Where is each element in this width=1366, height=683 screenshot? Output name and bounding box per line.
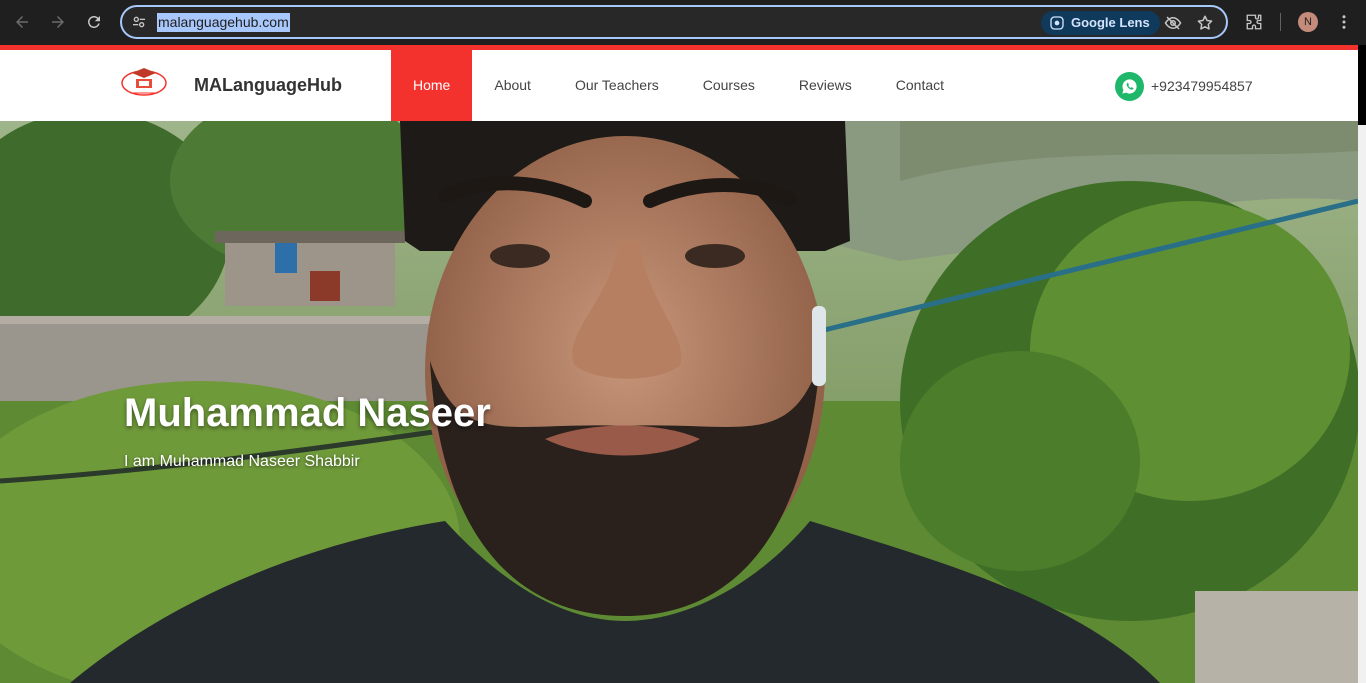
arrow-right-icon: [52, 16, 64, 28]
bookmark-star-icon[interactable]: [1194, 12, 1216, 34]
reload-icon: [87, 15, 100, 28]
main-navigation: Home About Our Teachers Courses Reviews …: [391, 50, 966, 121]
nav-reviews[interactable]: Reviews: [777, 50, 874, 121]
phone-number[interactable]: +923479954857: [1151, 78, 1253, 94]
lens-icon: [1050, 16, 1064, 30]
eye-off-icon[interactable]: [1162, 12, 1184, 34]
site-settings-icon[interactable]: [130, 13, 148, 31]
site-header: MALanguageHub Home About Our Teachers Co…: [0, 50, 1358, 121]
profile-avatar[interactable]: N: [1298, 12, 1318, 32]
nav-about[interactable]: About: [472, 50, 553, 121]
forward-button[interactable]: [45, 9, 71, 35]
address-bar[interactable]: malanguagehub.com Google Lens: [120, 5, 1228, 39]
browser-toolbar: malanguagehub.com Google Lens N: [0, 0, 1366, 45]
nav-home[interactable]: Home: [391, 50, 473, 121]
more-menu-icon[interactable]: [1332, 10, 1356, 34]
hero-subtitle: I am Muhammad Naseer Shabbir: [124, 453, 360, 470]
brand-name[interactable]: MALanguageHub: [194, 75, 342, 96]
reload-button[interactable]: [81, 9, 107, 35]
url-text[interactable]: malanguagehub.com: [157, 13, 290, 32]
google-lens-label: Google Lens: [1071, 15, 1150, 30]
toolbar-divider: [1280, 13, 1281, 31]
page-scrollbar[interactable]: [1358, 125, 1366, 683]
nav-our-teachers[interactable]: Our Teachers: [553, 50, 681, 121]
arrow-left-icon: [16, 16, 28, 28]
hero-title: Muhammad Naseer: [124, 391, 491, 435]
hero-section: Muhammad Naseer I am Muhammad Naseer Sha…: [0, 121, 1358, 683]
nav-courses[interactable]: Courses: [681, 50, 777, 121]
nav-contact[interactable]: Contact: [874, 50, 966, 121]
site-logo[interactable]: [120, 65, 168, 97]
extensions-icon[interactable]: [1242, 10, 1266, 34]
google-lens-button[interactable]: Google Lens: [1041, 11, 1160, 35]
page-edge-strip: [1358, 45, 1366, 125]
whatsapp-icon[interactable]: [1115, 72, 1144, 101]
back-button[interactable]: [9, 9, 35, 35]
